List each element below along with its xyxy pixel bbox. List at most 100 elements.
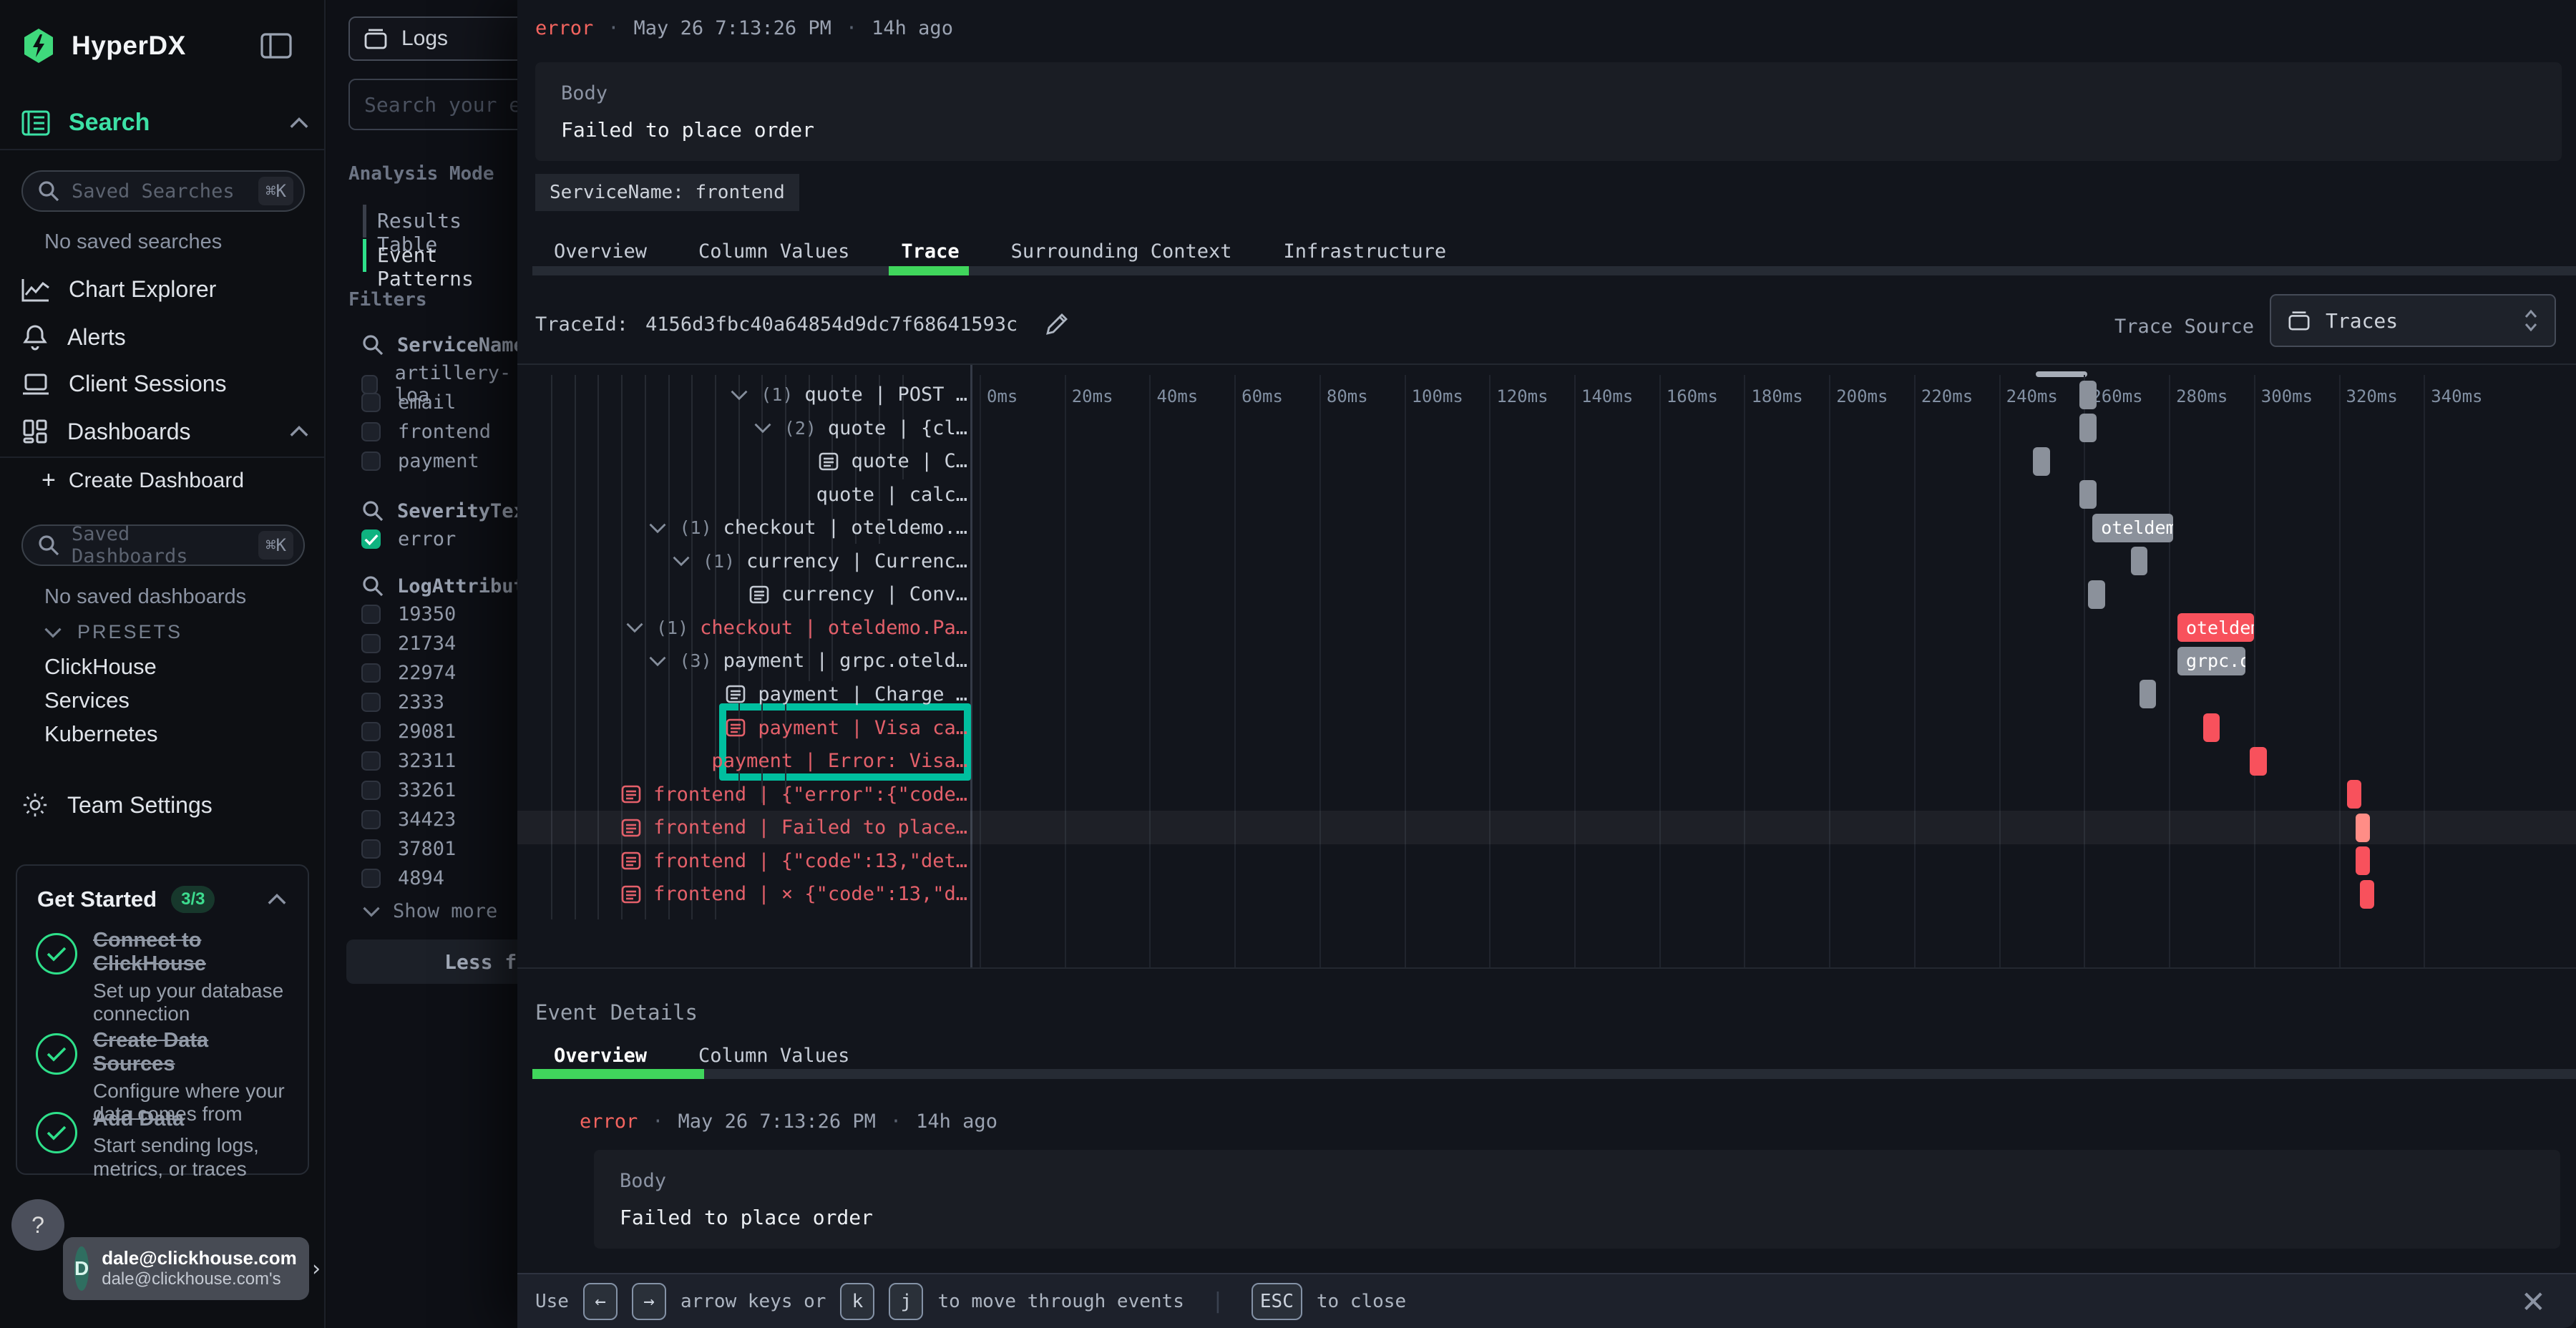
chevron-down-icon[interactable] bbox=[648, 655, 668, 668]
create-dashboard-button[interactable]: + Create Dashboard bbox=[42, 467, 244, 494]
trace-span-bar[interactable]: grpc.o bbox=[2177, 647, 2245, 675]
tab-column-values[interactable]: Column Values bbox=[698, 240, 849, 263]
tab-overview[interactable]: Overview bbox=[554, 240, 647, 263]
chevron-down-icon[interactable] bbox=[625, 621, 645, 634]
filter-checkbox-2333[interactable]: 2333 bbox=[361, 691, 444, 713]
checkbox-icon[interactable] bbox=[361, 634, 381, 653]
trace-span-row[interactable]: frontend | {"error":{"code… bbox=[620, 778, 967, 811]
trace-span-bar[interactable] bbox=[2079, 414, 2097, 442]
tab-surrounding-context[interactable]: Surrounding Context bbox=[1011, 240, 1232, 263]
trace-span-bar[interactable] bbox=[2203, 713, 2220, 742]
chevron-down-icon[interactable] bbox=[671, 555, 691, 567]
sidebar-item-alerts[interactable]: Alerts bbox=[21, 323, 304, 351]
trace-span-bar[interactable] bbox=[2088, 580, 2105, 609]
presets-toggle[interactable]: PRESETS bbox=[43, 621, 182, 643]
trace-span-bar[interactable] bbox=[2360, 880, 2374, 909]
close-icon[interactable]: ✕ bbox=[2521, 1284, 2546, 1319]
trace-span-row[interactable]: (1)checkout | oteldemo.… bbox=[648, 512, 967, 545]
trace-span-row[interactable]: (1)quote | POST … bbox=[729, 379, 967, 411]
trace-span-bar[interactable] bbox=[2140, 680, 2157, 708]
trace-source-select[interactable]: Traces bbox=[2270, 294, 2556, 347]
trace-span-row[interactable]: frontend | Failed to place… bbox=[620, 811, 967, 844]
trace-span-row[interactable]: payment | Visa ca… bbox=[725, 711, 967, 744]
service-name-chip[interactable]: ServiceName: frontend bbox=[535, 174, 799, 211]
trace-span-bar[interactable] bbox=[2033, 447, 2050, 476]
get-started-step[interactable]: Connect to ClickHouseSet up your databas… bbox=[36, 929, 293, 1025]
checkbox-icon[interactable] bbox=[361, 751, 381, 771]
filter-checkbox-email[interactable]: email bbox=[361, 391, 456, 414]
sidebar-item-dashboards[interactable]: Dashboards bbox=[21, 418, 304, 445]
filter-checkbox-22974[interactable]: 22974 bbox=[361, 662, 456, 684]
filter-checkbox-33261[interactable]: 33261 bbox=[361, 779, 456, 801]
trace-span-row[interactable]: (1)currency | Currenc… bbox=[671, 545, 967, 577]
trace-span-row[interactable]: currency | Conv… bbox=[748, 578, 967, 611]
show-more-button[interactable]: Show more bbox=[361, 900, 497, 922]
checkbox-icon[interactable] bbox=[361, 693, 381, 712]
checkbox-icon[interactable] bbox=[361, 663, 381, 683]
sidebar-item-search[interactable]: Search bbox=[21, 109, 304, 137]
tab-trace[interactable]: Trace bbox=[901, 240, 959, 263]
checkbox-icon[interactable] bbox=[361, 605, 381, 624]
help-button[interactable]: ? bbox=[11, 1199, 64, 1251]
saved-dashboards-input[interactable]: Saved Dashboards ⌘K bbox=[21, 524, 305, 566]
trace-span-bar[interactable] bbox=[2079, 381, 2097, 409]
details-tab-column-values[interactable]: Column Values bbox=[698, 1045, 849, 1067]
sidebar-item-clickhouse[interactable]: ClickHouse bbox=[44, 654, 157, 680]
trace-span-row[interactable]: frontend | × {"code":13,"d… bbox=[620, 878, 967, 911]
trace-span-bar[interactable] bbox=[2131, 547, 2148, 575]
trace-span-bar[interactable] bbox=[2347, 780, 2361, 809]
chevron-down-icon[interactable] bbox=[648, 522, 668, 534]
checkbox-icon[interactable] bbox=[361, 869, 381, 888]
get-started-header[interactable]: Get Started 3/3 bbox=[37, 886, 288, 913]
filter-checkbox-frontend[interactable]: frontend bbox=[361, 421, 491, 443]
filter-checkbox-29081[interactable]: 29081 bbox=[361, 721, 456, 743]
trace-span-bar[interactable]: oteldem bbox=[2092, 514, 2173, 542]
chevron-down-icon[interactable] bbox=[753, 421, 773, 434]
filter-checkbox-payment[interactable]: payment bbox=[361, 450, 479, 472]
sidebar-item-team-settings[interactable]: Team Settings bbox=[21, 791, 304, 819]
checkbox-icon[interactable] bbox=[361, 393, 381, 412]
sidebar-item-client-sessions[interactable]: Client Sessions bbox=[21, 371, 304, 397]
filter-group-name: ServiceName bbox=[397, 334, 525, 356]
checkbox-icon[interactable] bbox=[361, 839, 381, 859]
trace-span-bar[interactable] bbox=[2356, 846, 2370, 875]
trace-span-bar[interactable] bbox=[2250, 747, 2267, 776]
checkbox-checked-icon[interactable] bbox=[361, 529, 381, 549]
sidebar-item-services[interactable]: Services bbox=[44, 688, 130, 713]
trace-span-row[interactable]: frontend | {"code":13,"det… bbox=[620, 844, 967, 877]
tree-timeline-divider[interactable] bbox=[970, 365, 972, 967]
trace-span-row[interactable]: (3)payment | grpc.oteld… bbox=[648, 645, 967, 678]
checkbox-icon[interactable] bbox=[361, 422, 381, 441]
filter-checkbox-19350[interactable]: 19350 bbox=[361, 603, 456, 625]
filter-checkbox-37801[interactable]: 37801 bbox=[361, 838, 456, 860]
checkbox-icon[interactable] bbox=[361, 781, 381, 800]
checkbox-icon[interactable] bbox=[361, 451, 381, 471]
chevron-down-icon[interactable] bbox=[729, 389, 749, 401]
filter-checkbox-34423[interactable]: 34423 bbox=[361, 809, 456, 831]
details-tab-overview[interactable]: Overview bbox=[554, 1045, 647, 1067]
trace-span-row[interactable]: payment | Charge … bbox=[725, 678, 967, 711]
trace-span-bar[interactable] bbox=[2356, 814, 2370, 842]
saved-searches-input[interactable]: Saved Searches ⌘K bbox=[21, 170, 305, 212]
filter-checkbox-32311[interactable]: 32311 bbox=[361, 750, 456, 772]
sidebar-item-kubernetes[interactable]: Kubernetes bbox=[44, 721, 158, 747]
edit-pencil-icon[interactable] bbox=[1045, 312, 1069, 336]
trace-span-row[interactable]: payment | Error: Visa… bbox=[711, 745, 967, 778]
trace-span-row[interactable]: (1)checkout | oteldemo.Pa… bbox=[625, 611, 967, 644]
trace-span-row[interactable]: (2)quote | {cl… bbox=[753, 411, 967, 444]
sidebar-item-chart-explorer[interactable]: Chart Explorer bbox=[21, 276, 304, 303]
trace-span-row[interactable]: quote | calc… bbox=[816, 478, 967, 511]
collapse-sidebar-icon[interactable] bbox=[260, 33, 292, 59]
checkbox-icon[interactable] bbox=[361, 810, 381, 829]
tab-infrastructure[interactable]: Infrastructure bbox=[1284, 240, 1447, 263]
filter-checkbox-4894[interactable]: 4894 bbox=[361, 867, 444, 889]
filter-checkbox-21734[interactable]: 21734 bbox=[361, 633, 456, 655]
mode-event-patterns[interactable]: Event Patterns bbox=[377, 243, 517, 290]
user-menu[interactable]: D dale@clickhouse.com dale@clickhouse.co… bbox=[63, 1237, 309, 1300]
get-started-step[interactable]: Add DataStart sending logs, metrics, or … bbox=[36, 1108, 293, 1181]
trace-span-row[interactable]: quote | C… bbox=[818, 445, 967, 478]
filter-checkbox-error[interactable]: error bbox=[361, 528, 456, 550]
trace-span-bar[interactable] bbox=[2079, 480, 2097, 509]
trace-span-bar[interactable]: oteldem bbox=[2177, 613, 2254, 642]
checkbox-icon[interactable] bbox=[361, 722, 381, 741]
